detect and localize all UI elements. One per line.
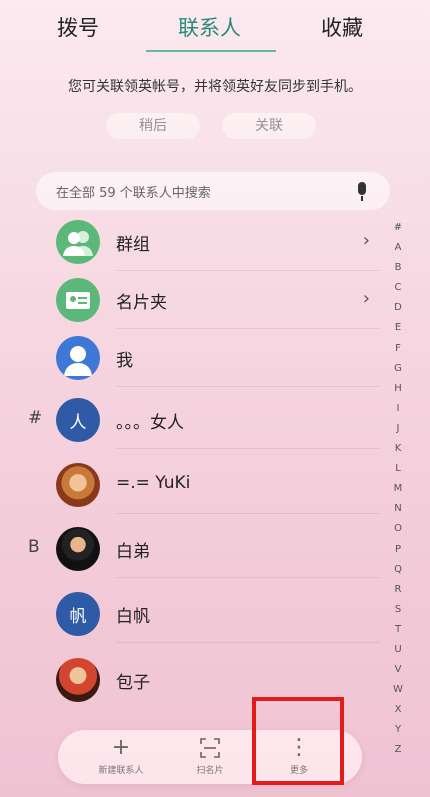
contact-name: =.= YuKi [116, 473, 191, 493]
index-letter[interactable]: S [392, 604, 404, 624]
list-item-me[interactable]: 我 [0, 329, 380, 387]
scan-icon [165, 736, 255, 760]
list-item[interactable]: 帆 白帆 [0, 585, 380, 643]
index-letter[interactable]: Y [392, 724, 404, 744]
index-letter[interactable]: B [392, 262, 404, 282]
index-letter[interactable]: T [392, 624, 404, 644]
index-letter[interactable]: Q [392, 564, 404, 584]
list-item[interactable]: B 白弟 [0, 520, 380, 578]
index-letter[interactable]: F [392, 343, 404, 363]
index-letter[interactable]: E [392, 322, 404, 342]
index-letter[interactable]: I [392, 403, 404, 423]
index-letter[interactable]: W [392, 684, 404, 704]
contact-name: 包子 [116, 673, 150, 693]
divider [116, 642, 380, 643]
index-letter[interactable]: Z [392, 744, 404, 764]
contact-name: 名片夹 [116, 293, 167, 313]
scan-card-button[interactable]: 扫名片 [165, 736, 255, 776]
index-letter[interactable]: R [392, 584, 404, 604]
index-letter[interactable]: M [392, 483, 404, 503]
active-tab-indicator [146, 50, 276, 52]
contact-search-bar[interactable]: 在全部 59 个联系人中搜索 [36, 172, 390, 210]
plus-icon: + [111, 735, 131, 760]
index-letter[interactable]: D [392, 302, 404, 322]
index-letter[interactable]: H [392, 383, 404, 403]
list-item-card-holder[interactable]: 名片夹 › [0, 271, 380, 329]
index-letter[interactable]: A [392, 242, 404, 262]
microphone-icon[interactable] [358, 182, 366, 201]
group-icon [56, 220, 100, 264]
index-letter[interactable]: U [392, 644, 404, 664]
section-header-hash: # [28, 408, 43, 428]
contact-name: 我 [116, 351, 133, 371]
index-letter[interactable]: # [392, 222, 404, 242]
index-letter[interactable]: G [392, 363, 404, 383]
list-item-groups[interactable]: 群组 › [0, 213, 380, 271]
index-letter[interactable]: C [392, 282, 404, 302]
list-item[interactable]: # 人 。。。女人 [0, 391, 380, 449]
letter-avatar: 人 [56, 398, 100, 442]
index-letter[interactable]: O [392, 523, 404, 543]
scan-card-label: 扫名片 [196, 766, 224, 776]
chevron-right-icon: › [362, 230, 370, 251]
index-letter[interactable]: V [392, 664, 404, 684]
person-icon [56, 336, 100, 380]
index-letter[interactable]: N [392, 503, 404, 523]
link-account-button[interactable]: 关联 [222, 113, 316, 139]
top-tab-bar: 拨号 联系人 收藏 [0, 0, 430, 56]
divider [116, 513, 380, 514]
photo-avatar [56, 658, 100, 702]
card-holder-icon [56, 278, 100, 322]
photo-avatar [56, 527, 100, 571]
contact-name: 白帆 [116, 607, 150, 627]
index-letter[interactable]: J [392, 423, 404, 443]
section-header-b: B [28, 537, 40, 557]
later-button[interactable]: 稍后 [106, 113, 200, 139]
divider [116, 386, 380, 387]
chevron-right-icon: › [362, 288, 370, 309]
index-letter[interactable]: K [392, 443, 404, 463]
divider [116, 577, 380, 578]
list-item[interactable]: =.= YuKi [0, 456, 380, 514]
highlight-box [252, 697, 344, 785]
new-contact-label: 新建联系人 [98, 766, 144, 776]
divider [116, 448, 380, 449]
linkedin-promo-text: 您可关联领英帐号，并将领英好友同步到手机。 [68, 79, 362, 95]
index-letter[interactable]: P [392, 544, 404, 564]
alphabet-index[interactable]: # A B C D E F G H I J K L M N O P Q R S … [392, 222, 404, 765]
new-contact-button[interactable]: + 新建联系人 [76, 735, 166, 777]
index-letter[interactable]: L [392, 463, 404, 483]
contact-name: 群组 [116, 235, 150, 255]
photo-avatar [56, 463, 100, 507]
contact-name: 白弟 [116, 542, 150, 562]
contact-name: 。。。女人 [116, 413, 184, 433]
letter-avatar: 帆 [56, 592, 100, 636]
search-input[interactable]: 在全部 59 个联系人中搜索 [56, 182, 211, 201]
index-letter[interactable]: X [392, 704, 404, 724]
tab-favorites[interactable]: 收藏 [321, 12, 363, 42]
tab-contacts[interactable]: 联系人 [178, 12, 241, 42]
tab-dialer[interactable]: 拨号 [57, 12, 99, 42]
